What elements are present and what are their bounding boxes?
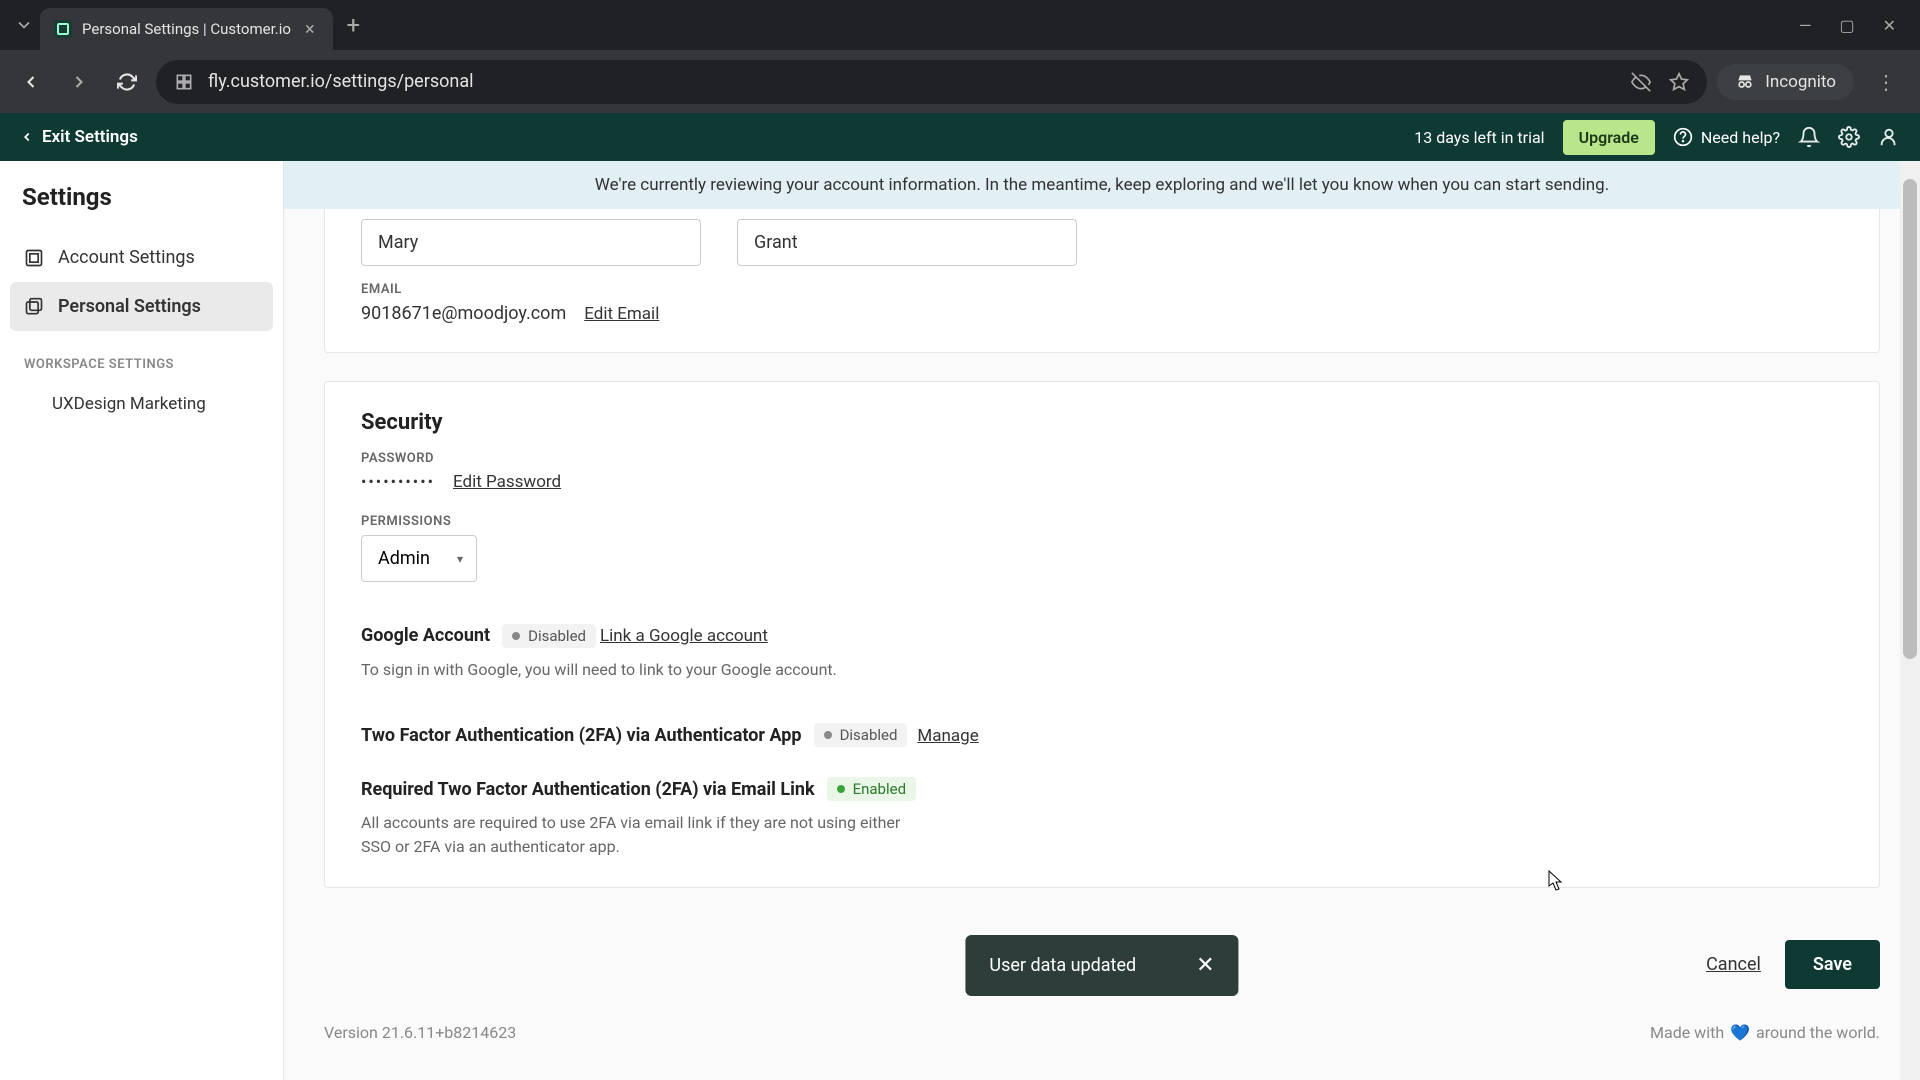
status-dot-icon [837,785,845,793]
first-name-input[interactable] [361,219,701,266]
permissions-select[interactable]: Admin [361,535,477,582]
tfa-app-title: Two Factor Authentication (2FA) via Auth… [361,725,802,746]
account-settings-icon [24,248,44,268]
window-close-icon[interactable]: ✕ [1883,16,1896,35]
email-label: EMAIL [361,282,1843,297]
tab-bar: Personal Settings | Customer.io × + — ▢ … [0,0,1920,50]
eye-off-icon[interactable] [1631,72,1651,92]
tab-search-dropdown[interactable] [8,9,40,41]
bell-icon[interactable] [1798,126,1820,148]
tfa-email-title: Required Two Factor Authentication (2FA)… [361,779,815,800]
tfa-app-status-badge: Disabled [814,723,908,747]
security-title: Security [361,410,1843,435]
permissions-label: PERMISSIONS [361,514,1843,529]
incognito-badge[interactable]: Incognito [1717,64,1854,100]
help-button[interactable]: Need help? [1673,127,1780,147]
scrollbar-thumb[interactable] [1903,179,1917,659]
toast: User data updated ✕ [965,935,1238,996]
forward-button[interactable] [60,63,98,101]
toast-close-icon[interactable]: ✕ [1196,953,1214,978]
google-account-title: Google Account [361,625,490,646]
upgrade-button[interactable]: Upgrade [1563,120,1655,155]
new-tab-button[interactable]: + [347,11,361,39]
tab-close-icon[interactable]: × [301,19,319,40]
address-bar: fly.customer.io/settings/personal Incogn… [0,50,1920,113]
google-status-badge: Disabled [502,624,596,648]
bottom-bar: Version 21.6.11+b8214623 Made with 💙 aro… [284,1013,1920,1062]
exit-settings-button[interactable]: Exit Settings [20,127,138,147]
tab-favicon-icon [54,20,72,38]
window-controls: — ▢ ✕ [1799,16,1912,35]
scrollbar-track[interactable] [1900,161,1920,1080]
password-masked: •••••••••• [361,472,435,491]
back-button[interactable] [12,63,50,101]
review-banner: We're currently reviewing your account i… [284,161,1920,209]
site-settings-icon[interactable] [174,72,194,92]
made-with-text: Made with 💙 around the world. [1650,1023,1880,1042]
trial-text: 13 days left in trial [1414,128,1544,147]
edit-password-link[interactable]: Edit Password [453,472,561,492]
heart-icon: 💙 [1730,1023,1750,1042]
exit-settings-label: Exit Settings [42,127,138,147]
sidebar-item-account-settings[interactable]: Account Settings [10,233,273,282]
edit-email-link[interactable]: Edit Email [584,304,659,324]
security-card: Security PASSWORD •••••••••• Edit Passwo… [324,381,1880,888]
browser-menu-icon[interactable]: ⋮ [1864,70,1908,94]
incognito-label: Incognito [1765,72,1836,92]
tfa-email-status-text: Enabled [853,780,906,798]
tfa-email-help-text: All accounts are required to use 2FA via… [361,811,921,859]
main-content: We're currently reviewing your account i… [284,161,1920,1080]
link-google-account-link[interactable]: Link a Google account [600,626,768,646]
help-label: Need help? [1701,128,1780,147]
tfa-app-status-text: Disabled [840,726,898,744]
sidebar-item-label: Account Settings [58,247,195,268]
app-topbar: Exit Settings 13 days left in trial Upgr… [0,113,1920,161]
last-name-input[interactable] [737,219,1077,266]
browser-tab[interactable]: Personal Settings | Customer.io × [40,8,333,50]
tfa-app-section: Two Factor Authentication (2FA) via Auth… [361,712,1843,748]
app-body: Settings Account Settings Personal Setti… [0,161,1920,1080]
window-maximize-icon[interactable]: ▢ [1839,16,1854,35]
save-button[interactable]: Save [1785,940,1880,989]
bookmark-star-icon[interactable] [1669,72,1689,92]
window-minimize-icon[interactable]: — [1799,16,1812,35]
toast-text: User data updated [989,955,1136,976]
google-help-text: To sign in with Google, you will need to… [361,658,921,682]
google-status-text: Disabled [528,627,586,645]
profile-card: EMAIL 9018671e@moodjoy.com Edit Email [324,209,1880,353]
url-text: fly.customer.io/settings/personal [208,71,474,92]
tab-title: Personal Settings | Customer.io [82,20,291,38]
status-dot-icon [824,731,832,739]
user-icon[interactable] [1878,126,1900,148]
google-account-section: Google Account Disabled Link a Google ac… [361,612,1843,682]
sidebar-workspace-item[interactable]: UXDesign Marketing [10,382,273,426]
sidebar-section-label: WORKSPACE SETTINGS [10,331,273,382]
gear-icon[interactable] [1838,126,1860,148]
tfa-email-section: Required Two Factor Authentication (2FA)… [361,777,1843,859]
help-circle-icon [1673,127,1693,147]
personal-settings-icon [24,297,44,317]
sidebar-item-label: Personal Settings [58,296,201,317]
sidebar: Settings Account Settings Personal Setti… [0,161,284,1080]
email-value: 9018671e@moodjoy.com [361,303,566,324]
status-dot-icon [512,632,520,640]
reload-button[interactable] [108,63,146,101]
cancel-button[interactable]: Cancel [1706,940,1761,989]
chevron-left-icon [20,130,34,144]
url-bar[interactable]: fly.customer.io/settings/personal [156,60,1707,104]
browser-chrome: Personal Settings | Customer.io × + — ▢ … [0,0,1920,113]
tfa-email-status-badge: Enabled [827,777,916,801]
password-label: PASSWORD [361,451,1843,466]
sidebar-item-personal-settings[interactable]: Personal Settings [10,282,273,331]
tfa-app-manage-link[interactable]: Manage [917,726,978,746]
sidebar-title: Settings [10,183,273,233]
incognito-icon [1735,72,1755,92]
version-text: Version 21.6.11+b8214623 [324,1023,516,1042]
